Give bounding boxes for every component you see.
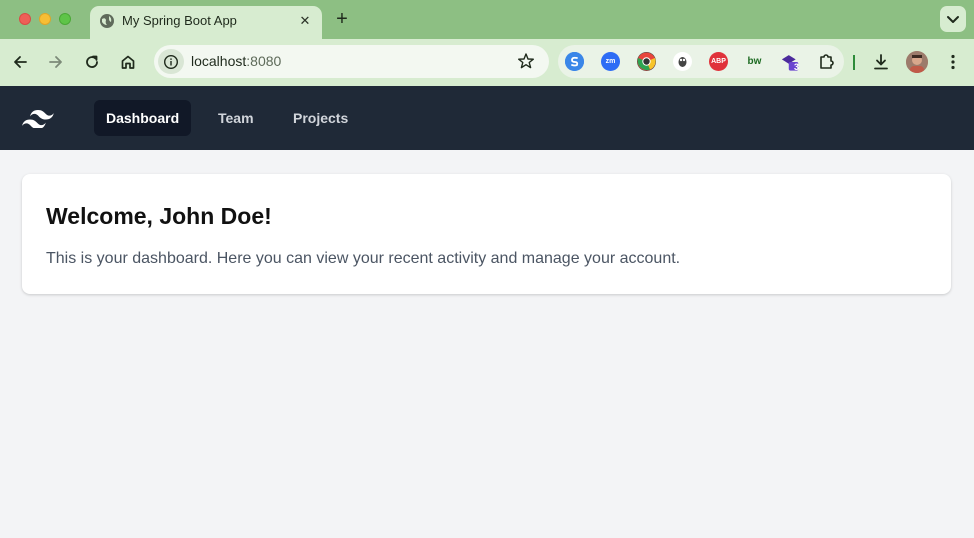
download-icon — [874, 54, 888, 70]
bookmark-star-icon[interactable] — [517, 52, 535, 70]
nav-item-team[interactable]: Team — [206, 100, 266, 136]
chevron-down-icon — [947, 16, 959, 23]
browser-toolbar: localhost:8080 zm ABP bw 3 — [0, 39, 974, 86]
puzzle-extensions-icon[interactable] — [817, 52, 836, 71]
downloads-button[interactable] — [868, 49, 894, 75]
close-tab-icon[interactable]: ✕ — [296, 12, 314, 30]
sync-extension-icon[interactable] — [565, 52, 584, 71]
app-navbar: Dashboard Team Projects — [0, 86, 974, 150]
toolbar-separator — [853, 55, 855, 70]
bug-extension-icon[interactable] — [673, 52, 692, 71]
reload-icon — [86, 55, 98, 68]
arrow-right-icon — [49, 56, 62, 68]
kebab-menu-icon — [951, 54, 955, 70]
url-host: localhost — [191, 53, 247, 69]
browser-tab-active[interactable]: My Spring Boot App ✕ — [90, 6, 322, 39]
chrome-extension-icon[interactable] — [637, 52, 656, 71]
home-button[interactable] — [115, 49, 141, 75]
browser-tabstrip: My Spring Boot App ✕ + — [0, 0, 974, 39]
home-icon — [121, 55, 135, 69]
reload-button[interactable] — [79, 49, 105, 75]
tailwind-logo-icon[interactable] — [22, 108, 54, 128]
maximize-window-button[interactable] — [59, 13, 71, 25]
close-window-button[interactable] — [19, 13, 31, 25]
graduation-extension-icon[interactable]: 3 — [781, 52, 800, 72]
back-button[interactable] — [7, 49, 33, 75]
avatar-icon — [906, 51, 928, 73]
welcome-card: Welcome, John Doe! This is your dashboar… — [22, 174, 951, 294]
tab-title: My Spring Boot App — [122, 13, 237, 28]
zoom-extension-icon[interactable]: zm — [601, 52, 620, 71]
graduation-extension-badge: 3 — [794, 62, 800, 72]
globe-icon — [100, 14, 114, 28]
nav-item-projects[interactable]: Projects — [281, 100, 360, 136]
arrow-left-icon — [14, 56, 27, 68]
new-tab-button[interactable]: + — [331, 8, 353, 30]
info-icon — [163, 54, 179, 69]
zoom-extension-label: zm — [605, 58, 616, 65]
adblock-extension-icon[interactable]: ABP — [709, 52, 728, 71]
tab-search-button[interactable] — [940, 6, 966, 32]
nav-item-dashboard[interactable]: Dashboard — [94, 100, 192, 136]
minimize-window-button[interactable] — [39, 13, 51, 25]
welcome-title: Welcome, John Doe! — [46, 203, 272, 229]
welcome-text: This is your dashboard. Here you can vie… — [46, 250, 681, 267]
forward-button[interactable] — [43, 49, 69, 75]
bw-extension-label: bw — [747, 56, 762, 67]
bw-extension-icon[interactable]: bw — [745, 52, 764, 71]
url-text[interactable]: localhost:8080 — [191, 53, 281, 70]
browser-menu-button[interactable] — [940, 49, 966, 75]
url-port: :8080 — [246, 53, 282, 69]
profile-avatar[interactable] — [906, 51, 928, 73]
site-info-button[interactable] — [158, 49, 184, 74]
extensions-group: zm ABP bw 3 — [558, 45, 844, 78]
adblock-extension-label: ABP — [711, 58, 726, 65]
address-bar[interactable]: localhost:8080 — [154, 45, 549, 78]
